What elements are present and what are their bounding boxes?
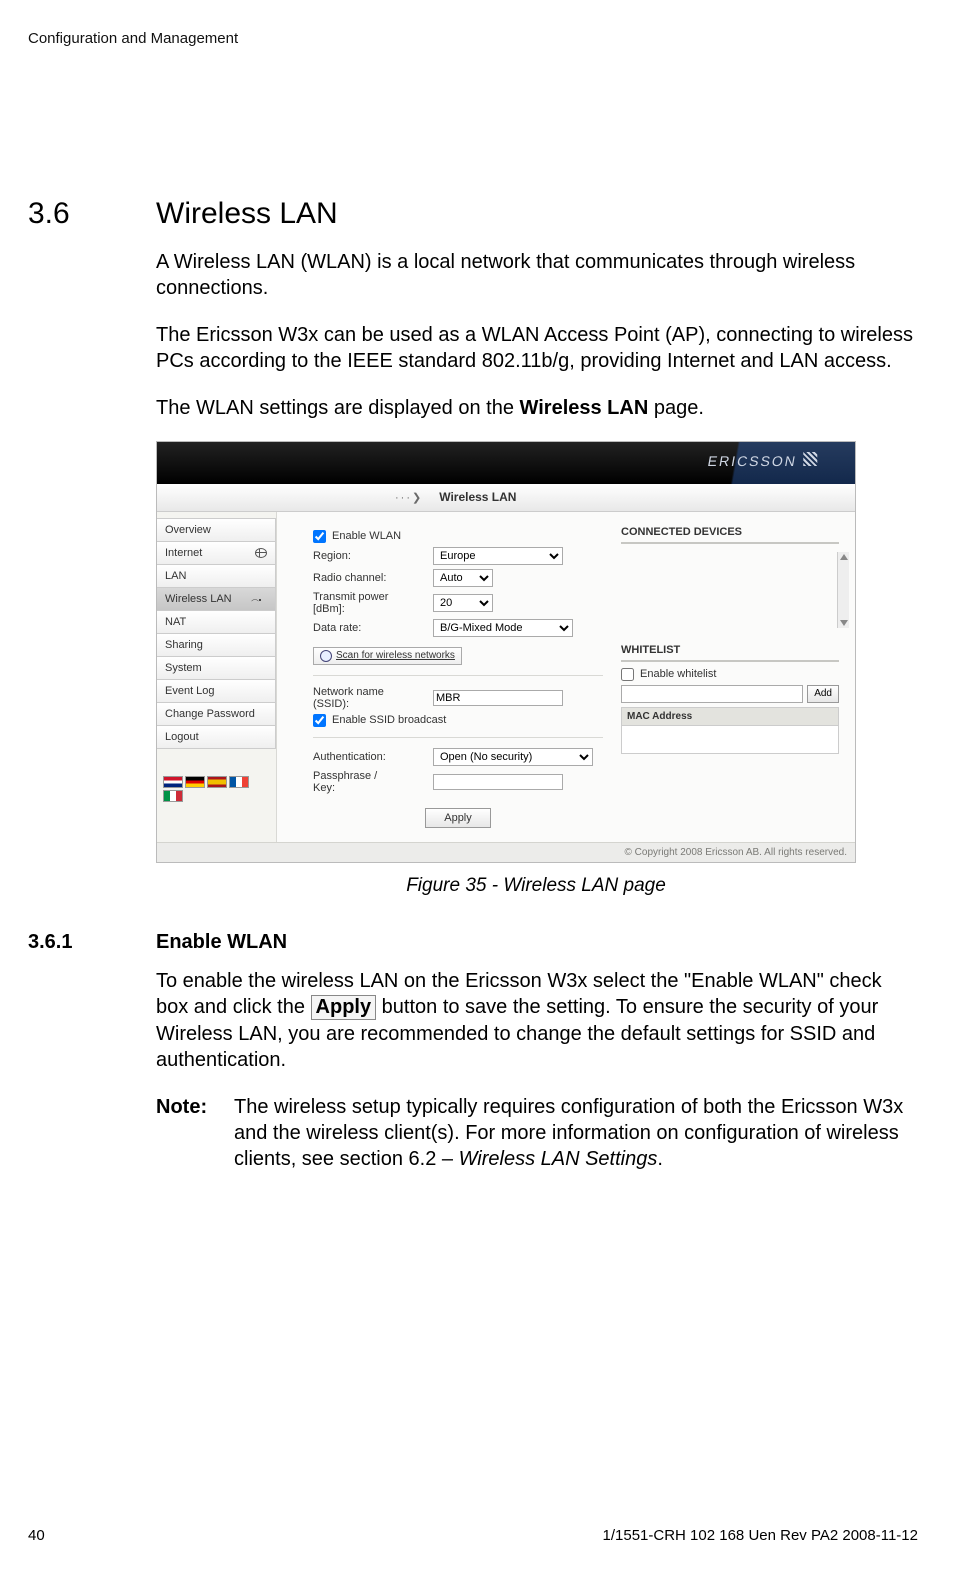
- enable-wlan-checkbox[interactable]: [313, 530, 326, 543]
- sidebar-item-label: NAT: [165, 616, 186, 628]
- running-header: Configuration and Management: [28, 30, 918, 47]
- transmit-power-label: Transmit power[dBm]:: [313, 591, 433, 615]
- passphrase-label: Passphrase /Key:: [313, 770, 433, 794]
- enable-ssid-broadcast-label: Enable SSID broadcast: [332, 714, 446, 726]
- flag-fr-icon[interactable]: [229, 776, 249, 788]
- subsection-heading: 3.6.1 Enable WLAN: [28, 931, 918, 954]
- breadcrumb-arrow-icon: ···❯: [395, 491, 423, 504]
- sidebar-item-event-log[interactable]: Event Log: [157, 679, 276, 703]
- figure-screenshot: ERICSSON ···❯ Wireless LAN Overview Inte…: [156, 441, 856, 863]
- subsection-title: Enable WLAN: [156, 931, 287, 954]
- connected-devices-list: [621, 550, 839, 626]
- scrollbar[interactable]: [837, 552, 849, 628]
- subsection-number: 3.6.1: [28, 931, 156, 954]
- text: The WLAN settings are displayed on the: [156, 397, 520, 419]
- text: .: [657, 1148, 663, 1170]
- breadcrumb-bar: ···❯ Wireless LAN: [157, 484, 855, 512]
- copyright-text: © Copyright 2008 Ericsson AB. All rights…: [157, 842, 855, 862]
- region-label: Region:: [313, 550, 433, 562]
- sidebar-item-label: Overview: [165, 524, 211, 536]
- divider: [313, 737, 603, 738]
- sidebar-item-label: System: [165, 662, 202, 674]
- paragraph: A Wireless LAN (WLAN) is a local network…: [156, 249, 916, 302]
- ssid-label: Network name(SSID):: [313, 686, 433, 710]
- brand-logo: ERICSSON: [706, 452, 818, 469]
- section-number: 3.6: [28, 197, 156, 231]
- sidebar-item-logout[interactable]: Logout: [157, 725, 276, 749]
- flag-uk-icon[interactable]: [163, 776, 183, 788]
- sidebar-item-label: LAN: [165, 570, 186, 582]
- region-select[interactable]: Europe: [433, 547, 563, 565]
- enable-wlan-label: Enable WLAN: [332, 530, 401, 542]
- text: page.: [648, 397, 704, 419]
- enable-ssid-broadcast-checkbox[interactable]: [313, 714, 326, 727]
- sidebar-item-label: Sharing: [165, 639, 203, 651]
- sidebar-item-system[interactable]: System: [157, 656, 276, 680]
- sidebar-item-change-password[interactable]: Change Password: [157, 702, 276, 726]
- flag-es-icon[interactable]: [207, 776, 227, 788]
- whitelist-add-button[interactable]: Add: [807, 685, 839, 703]
- flag-de-icon[interactable]: [185, 776, 205, 788]
- language-flags: [163, 776, 263, 802]
- sidebar-item-sharing[interactable]: Sharing: [157, 633, 276, 657]
- page-title: Wireless LAN: [439, 490, 516, 504]
- sidebar-item-label: Change Password: [165, 708, 255, 720]
- scan-networks-button[interactable]: Scan for wireless networks: [313, 647, 462, 665]
- section-title: Wireless LAN: [156, 197, 338, 231]
- data-rate-select[interactable]: B/G-Mixed Mode: [433, 619, 573, 637]
- text-bold: Wireless LAN: [520, 397, 649, 419]
- radio-channel-select[interactable]: Auto: [433, 569, 493, 587]
- enable-whitelist-checkbox[interactable]: [621, 668, 634, 681]
- flag-it-icon[interactable]: [163, 790, 183, 802]
- text-italic: Wireless LAN Settings: [459, 1148, 658, 1170]
- figure-caption: Figure 35 - Wireless LAN page: [156, 875, 916, 897]
- sidebar-item-label: Event Log: [165, 685, 215, 697]
- radio-channel-label: Radio channel:: [313, 572, 433, 584]
- whitelist-mac-input[interactable]: [621, 685, 803, 703]
- right-panels: CONNECTED DEVICES WHITELIST Enable white…: [617, 512, 849, 842]
- sidebar: Overview Internet LAN Wireless LAN NAT S…: [157, 512, 277, 842]
- ssid-input[interactable]: [433, 690, 563, 706]
- globe-icon: [255, 548, 267, 558]
- sidebar-item-label: Internet: [165, 547, 202, 559]
- divider: [313, 675, 603, 676]
- transmit-power-select[interactable]: 20: [433, 594, 493, 612]
- enable-whitelist-label: Enable whitelist: [640, 668, 716, 680]
- sidebar-item-wireless-lan[interactable]: Wireless LAN: [157, 587, 276, 611]
- authentication-select[interactable]: Open (No security): [433, 748, 593, 766]
- passphrase-input[interactable]: [433, 774, 563, 790]
- paragraph: To enable the wireless LAN on the Ericss…: [156, 968, 916, 1074]
- note-body: The wireless setup typically requires co…: [234, 1094, 916, 1173]
- page-number: 40: [28, 1527, 45, 1544]
- app-header-bar: ERICSSON: [157, 442, 855, 484]
- wifi-icon: [255, 594, 267, 604]
- data-rate-label: Data rate:: [313, 622, 433, 634]
- sidebar-item-internet[interactable]: Internet: [157, 541, 276, 565]
- paragraph: The WLAN settings are displayed on the W…: [156, 395, 916, 421]
- sidebar-item-label: Logout: [165, 731, 199, 743]
- paragraph: The Ericsson W3x can be used as a WLAN A…: [156, 322, 916, 375]
- apply-inline-chip: Apply: [311, 995, 377, 1020]
- sidebar-item-label: Wireless LAN: [165, 593, 232, 605]
- sidebar-item-overview[interactable]: Overview: [157, 518, 276, 542]
- wlan-settings-form: Enable WLAN Region: Europe Radio channel…: [277, 512, 617, 842]
- mac-address-header: MAC Address: [621, 707, 839, 726]
- connected-devices-title: CONNECTED DEVICES: [621, 526, 839, 544]
- document-id: 1/1551-CRH 102 168 Uen Rev PA2 2008-11-1…: [603, 1527, 918, 1544]
- sidebar-item-lan[interactable]: LAN: [157, 564, 276, 588]
- page-footer: 40 1/1551-CRH 102 168 Uen Rev PA2 2008-1…: [28, 1527, 918, 1544]
- authentication-label: Authentication:: [313, 751, 433, 763]
- note-label: Note:: [156, 1094, 234, 1173]
- scan-networks-label: Scan for wireless networks: [336, 650, 455, 661]
- mac-address-list: [621, 726, 839, 754]
- whitelist-title: WHITELIST: [621, 644, 839, 662]
- apply-button[interactable]: Apply: [425, 808, 491, 828]
- note-block: Note: The wireless setup typically requi…: [156, 1094, 916, 1173]
- section-heading: 3.6 Wireless LAN: [28, 197, 918, 231]
- sidebar-item-nat[interactable]: NAT: [157, 610, 276, 634]
